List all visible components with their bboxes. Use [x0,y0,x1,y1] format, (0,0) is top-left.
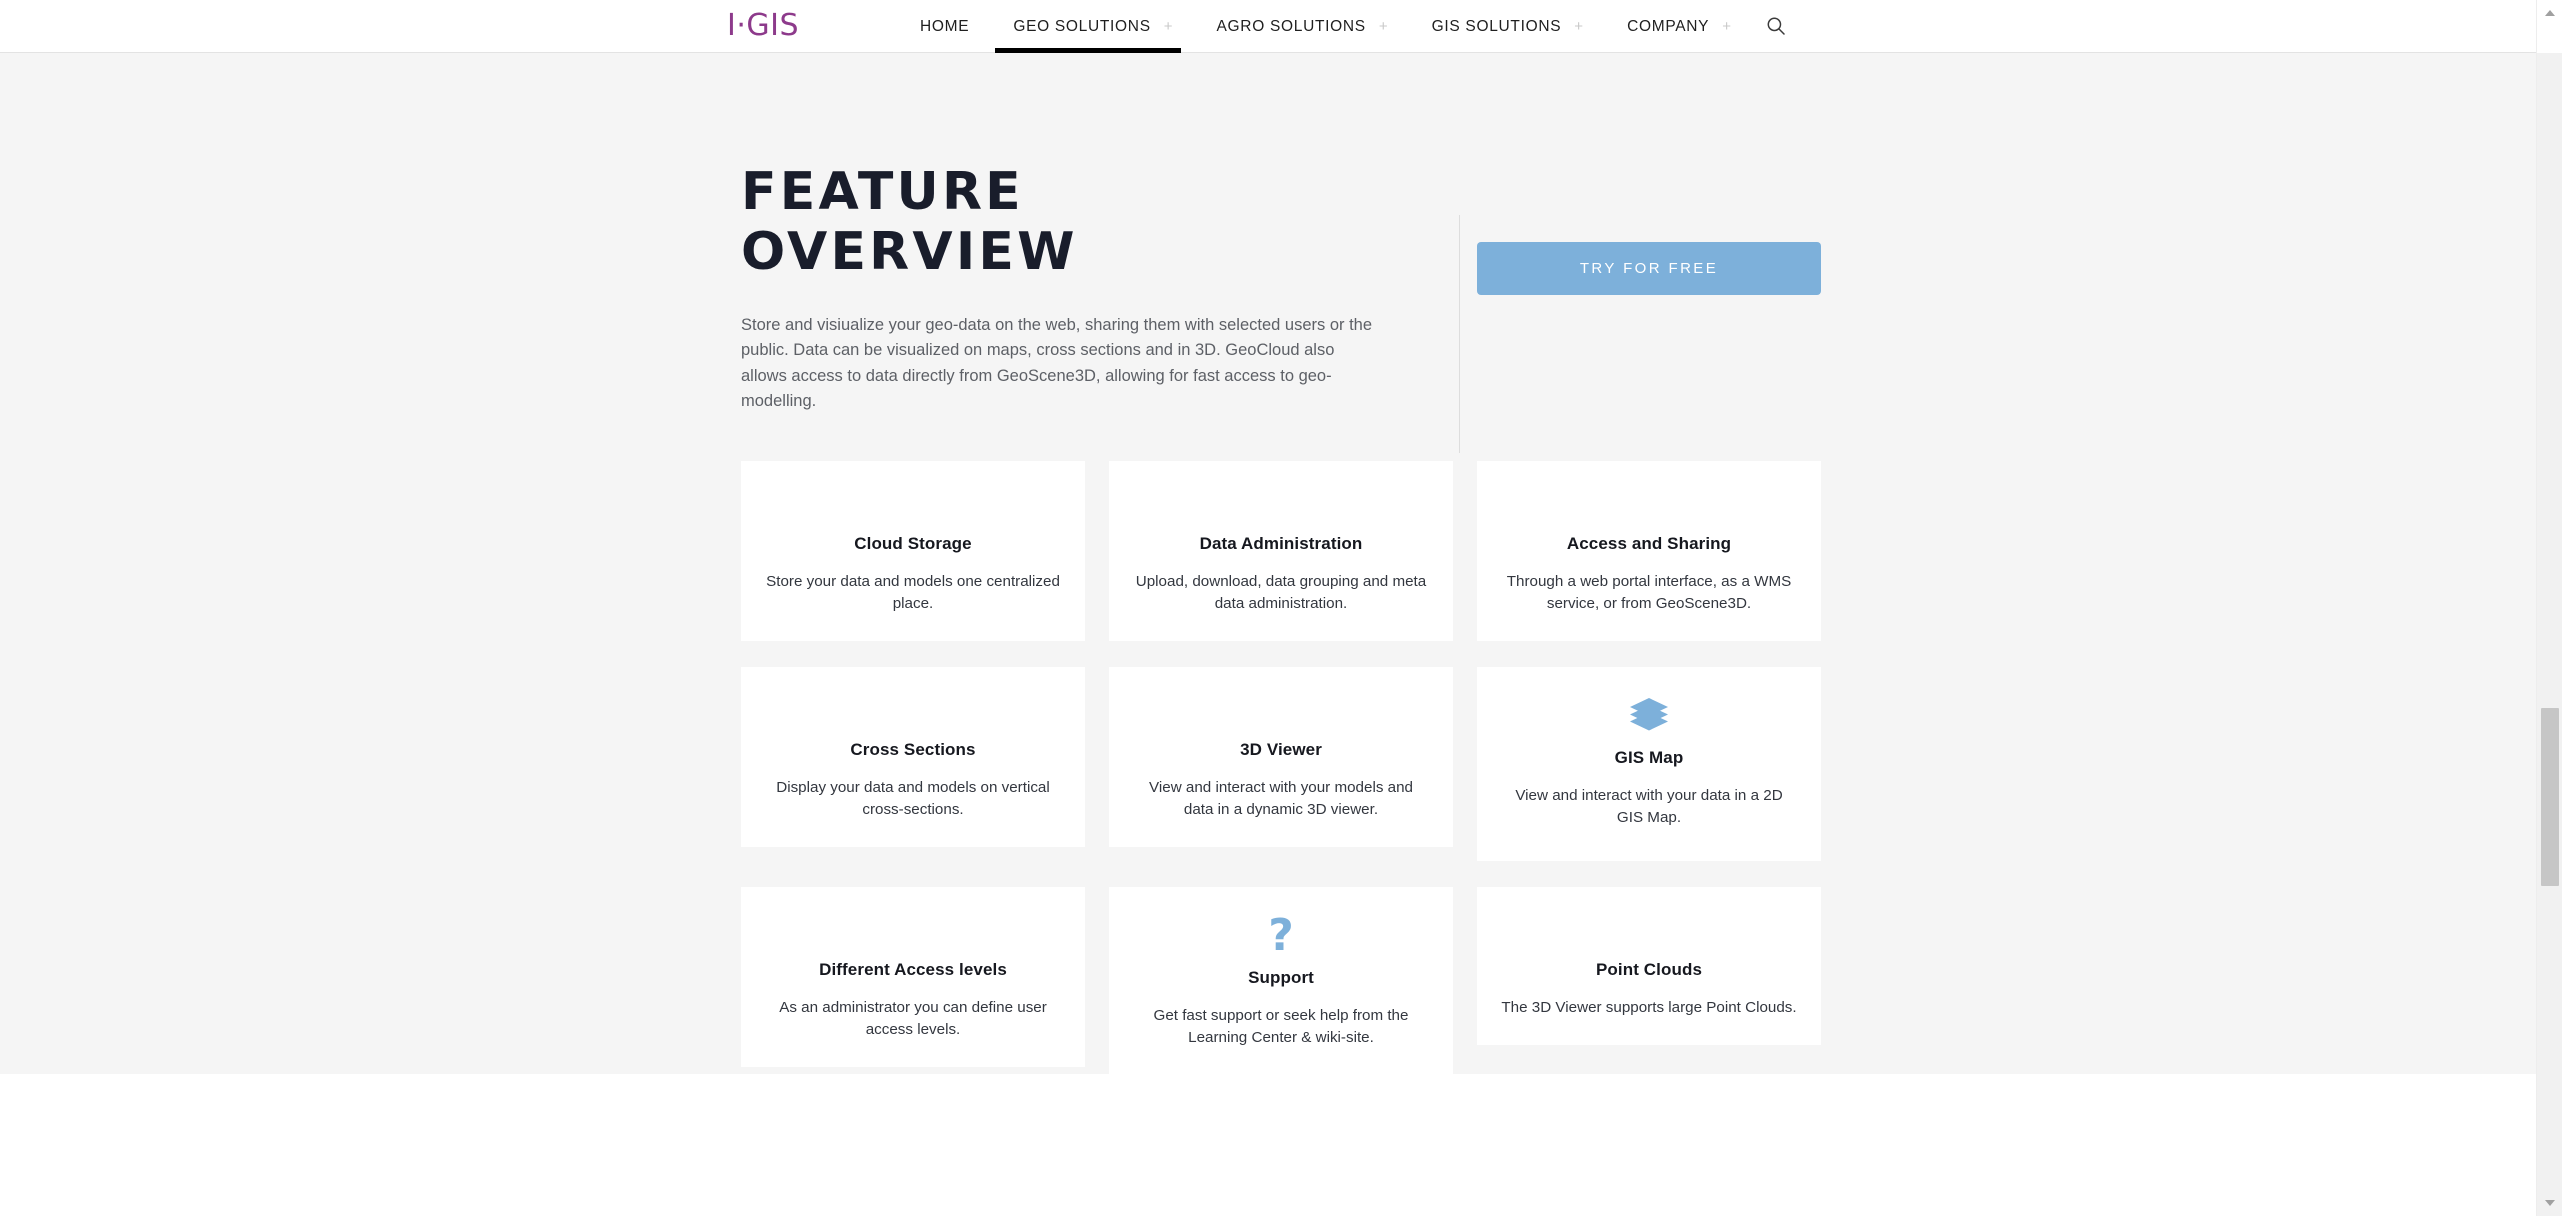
footer-whitespace [0,1074,2562,1145]
card-title: Support [1248,968,1314,988]
card-description: As an administrator you can define user … [779,999,1047,1039]
browser-viewport: I·GIS HOME GEO SOLUTIONS + AGRO SOLUTION… [0,0,2562,1216]
card-title: Cloud Storage [854,533,972,553]
feature-card-3d-viewer[interactable]: 3D Viewer View and interact with your mo… [1109,667,1453,848]
nav-item-label: GEO SOLUTIONS [1013,17,1151,35]
card-description: Store your data and models one centraliz… [766,572,1060,612]
card-description: View and interact with your models and d… [1149,779,1413,819]
plus-icon[interactable]: + [1379,19,1388,34]
card-description: View and interact with your data in a 2D… [1515,787,1783,827]
question-mark-glyph: ? [1268,910,1294,962]
feature-card-gis-map[interactable]: GIS Map View and interact with your data… [1477,667,1821,862]
layers-icon [1628,689,1670,743]
card-description: Through a web portal interface, as a WMS… [1506,572,1792,612]
scrollbar-thumb[interactable] [2541,708,2559,886]
site-logo[interactable]: I·GIS [727,11,799,41]
nav-item-label: AGRO SOLUTIONS [1216,17,1366,35]
card-description: Get fast support or seek help from the L… [1153,1007,1409,1047]
nav-item-agro-solutions[interactable]: AGRO SOLUTIONS + [1217,0,1388,53]
feature-card-cross-sections[interactable]: Cross Sections Display your data and mod… [741,667,1085,848]
content-container: FEATURE OVERVIEW Store and visiualize yo… [741,53,1821,1094]
vertical-divider [1459,215,1460,453]
card-title: Access and Sharing [1566,533,1732,553]
hero-section: FEATURE OVERVIEW Store and visiualize yo… [741,53,1821,453]
feature-grid: Cloud Storage Store your data and models… [741,460,1821,1094]
card-title: Point Clouds [1595,960,1703,980]
hero-description: Store and visiualize your geo-data on th… [741,315,1373,411]
page-title-line-1: FEATURE [741,162,1024,222]
card-description: Upload, download, data grouping and meta… [1135,572,1427,612]
question-mark-icon: ? [1268,909,1294,963]
plus-icon[interactable]: + [1722,19,1731,34]
hero-cta-block: TRY FOR FREE [1413,162,1821,415]
main-navigation: HOME GEO SOLUTIONS + AGRO SOLUTIONS + GI… [920,0,1731,53]
feature-card-access-and-sharing[interactable]: Access and Sharing Through a web portal … [1477,460,1821,642]
card-description: The 3D Viewer supports large Point Cloud… [1501,999,1797,1017]
card-title: GIS Map [1614,748,1684,768]
feature-card-support[interactable]: ? Support Get fast support or seek help … [1109,887,1453,1094]
nav-item-geo-solutions[interactable]: GEO SOLUTIONS + [995,0,1181,53]
feature-card-cloud-storage[interactable]: Cloud Storage Store your data and models… [741,460,1085,642]
nav-item-label: COMPANY [1627,17,1710,35]
card-description: Display your data and models on vertical… [776,779,1050,819]
card-title: Cross Sections [850,740,976,760]
page-content: FEATURE OVERVIEW Store and visiualize yo… [0,53,2562,1145]
nav-item-gis-solutions[interactable]: GIS SOLUTIONS + [1432,0,1583,53]
scroll-down-arrow-icon[interactable] [2537,1190,2562,1216]
nav-item-label: HOME [920,17,970,35]
try-for-free-button[interactable]: TRY FOR FREE [1477,242,1821,295]
hero-text-block: FEATURE OVERVIEW Store and visiualize yo… [741,162,1413,415]
nav-item-label: GIS SOLUTIONS [1431,17,1562,35]
search-icon[interactable] [1762,12,1790,40]
page-title: FEATURE OVERVIEW [741,162,1373,283]
plus-icon[interactable]: + [1574,19,1583,34]
card-title: Different Access levels [819,960,1007,980]
page-scrollbar[interactable] [2536,0,2562,1216]
feature-card-point-clouds[interactable]: Point Clouds The 3D Viewer supports larg… [1477,887,1821,1046]
site-header: I·GIS HOME GEO SOLUTIONS + AGRO SOLUTION… [0,0,2562,53]
feature-card-different-access-levels[interactable]: Different Access levels As an administra… [741,887,1085,1068]
card-title: 3D Viewer [1240,740,1322,760]
scroll-up-arrow-icon[interactable] [2537,0,2562,26]
page-title-line-2: OVERVIEW [741,222,1078,283]
feature-card-data-administration[interactable]: Data Administration Upload, download, da… [1109,460,1453,642]
nav-item-company[interactable]: COMPANY + [1627,0,1731,53]
nav-item-home[interactable]: HOME [920,0,969,53]
plus-icon[interactable]: + [1164,19,1173,34]
card-title: Data Administration [1199,533,1363,553]
